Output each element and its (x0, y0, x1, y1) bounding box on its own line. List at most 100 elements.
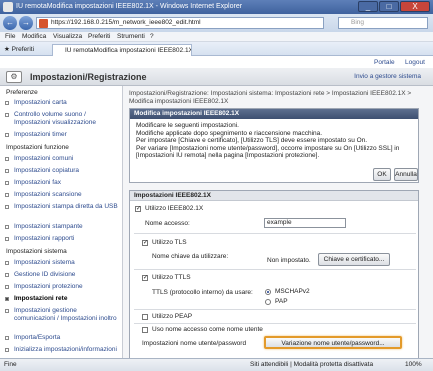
sidebar-item-volume-display[interactable]: Controllo volume suono / Impostazioni vi… (5, 111, 118, 127)
sidebar-item-scan[interactable]: Impostazioni scansione (5, 191, 118, 199)
menu-help[interactable]: ? (150, 33, 154, 40)
bullet-icon (5, 225, 9, 229)
sidebar-item-label: Impostazioni stampante (14, 223, 83, 230)
menu-modifica[interactable]: Modifica (22, 33, 46, 40)
browser-tab[interactable]: IU remotaModifica impostazioni IEEE802.1… (52, 44, 192, 56)
sidebar-item-communications[interactable]: Impostazioni gestione comunicazioni / Im… (5, 307, 118, 323)
sidebar-section-system: Impostazioni sistema (6, 248, 67, 255)
url-text: https://192.168.0.215/m_network_ieee802_… (51, 19, 201, 26)
status-text: Fine (4, 361, 17, 368)
sidebar-item-label: Impostazioni protezione (14, 283, 83, 290)
sidebar-item-copy[interactable]: Impostazioni copiatura (5, 167, 118, 175)
sidebar-item-security[interactable]: Impostazioni protezione (5, 283, 118, 291)
favorites-button[interactable]: ★ Preferiti (4, 45, 34, 53)
pap-radio[interactable] (265, 299, 271, 305)
settings-logo-icon: ⚙ (6, 71, 22, 83)
edit-panel-title: Modifica impostazioni IEEE802.1X (130, 109, 418, 119)
login-name-input[interactable]: example (264, 218, 346, 228)
sidebar-item-system[interactable]: Impostazioni sistema (5, 259, 118, 267)
window-title: IU remotaModifica impostazioni IEEE802.1… (16, 3, 243, 10)
bullet-icon (5, 101, 9, 105)
sidebar-item-label: Inizializza impostazioni/informazioni (14, 346, 117, 353)
sidebar-item-label: Impostazioni scansione (14, 191, 82, 198)
use-tls-label: Utilizzo TLS (152, 239, 187, 246)
change-user-password-button[interactable]: Variazione nome utente/password... (264, 336, 402, 349)
ok-button[interactable]: OK (373, 168, 391, 181)
use-peap-checkbox[interactable] (142, 314, 148, 320)
breadcrumb: Impostazioni/Registrazione: Impostazioni… (129, 90, 412, 105)
mschapv2-radio[interactable] (265, 289, 271, 295)
sidebar-item-label: Impostazioni copiatura (14, 167, 80, 174)
sidebar-item-reports[interactable]: Impostazioni rapporti (5, 235, 118, 243)
sidebar-item-label: Impostazioni stampa diretta da USB (14, 203, 118, 210)
site-favicon-icon (39, 19, 48, 28)
search-input[interactable]: Bing (338, 17, 428, 29)
sidebar-item-import-export[interactable]: Importa/Esporta (5, 334, 118, 342)
bullet-icon (5, 237, 9, 241)
back-button[interactable]: ← (3, 16, 17, 30)
use-ieee-checkbox[interactable]: ✓ (135, 206, 141, 212)
bullet-icon (5, 157, 9, 161)
page-header: ⚙ Impostazioni/Registrazione Invio a ges… (0, 68, 433, 86)
sidebar-item-usb-print[interactable]: Impostazioni stampa diretta da USB (5, 203, 118, 211)
use-login-as-user-checkbox[interactable] (142, 327, 148, 333)
bullet-icon (5, 336, 9, 340)
menu-file[interactable]: File (5, 33, 15, 40)
sidebar-item-label: Impostazioni rete (14, 295, 68, 302)
use-ttls-checkbox[interactable]: ✓ (142, 275, 148, 281)
sidebar-item-fax[interactable]: Impostazioni fax (5, 179, 118, 187)
instruction-line: Per impostare [Chiave e certificato], [U… (136, 137, 368, 145)
mschapv2-label: MSCHAPv2 (275, 288, 310, 295)
sidebar-item-label: Impostazioni rapporti (14, 235, 75, 242)
sidebar-item-timer[interactable]: Impostazioni timer (5, 131, 118, 139)
sidebar-item-label: Gestione ID divisione (14, 271, 76, 278)
bullet-icon (5, 273, 9, 277)
login-name-label: Nome accesso: (145, 220, 190, 227)
key-certificate-button[interactable]: Chiave e certificato... (318, 253, 390, 266)
menu-bar: File Modifica Visualizza Preferiti Strum… (0, 32, 433, 42)
menu-preferiti[interactable]: Preferiti (88, 33, 110, 40)
use-peap-label: Utilizzo PEAP (152, 313, 193, 320)
sidebar-item-department-id[interactable]: Gestione ID divisione (5, 271, 118, 279)
sidebar-item-network[interactable]: Impostazioni rete (5, 295, 118, 303)
sidebar-item-printer[interactable]: Impostazioni stampante (5, 223, 118, 231)
instruction-line: Modificare le seguenti impostazioni. (136, 122, 239, 129)
minimize-button[interactable]: _ (358, 1, 378, 12)
sidebar-item-label: Impostazioni sistema (14, 259, 75, 266)
url-input[interactable]: https://192.168.0.215/m_network_ieee802_… (36, 17, 324, 29)
status-bar: Fine Siti attendibili | Modalità protett… (0, 358, 433, 371)
sidebar-item-common[interactable]: Impostazioni comuni (5, 155, 118, 163)
zoom-level[interactable]: 100% (405, 361, 422, 368)
divider (134, 323, 416, 324)
instruction-line: Modifiche applicate dopo spegnimento e r… (136, 129, 323, 137)
sidebar-item-paper[interactable]: Impostazioni carta (5, 99, 118, 107)
sidebar-section-functions: Impostazioni funzione (6, 144, 69, 151)
cancel-button[interactable]: Annulla (394, 168, 418, 181)
maximize-button[interactable]: □ (379, 1, 399, 12)
bullet-icon (5, 205, 9, 209)
sidebar-item-label: Impostazioni carta (14, 99, 67, 106)
bullet-icon (5, 297, 9, 301)
bullet-icon (5, 169, 9, 173)
window-titlebar: IU remotaModifica impostazioni IEEE802.1… (0, 0, 433, 14)
use-login-as-user-label: Uso nome accesso come nome utente (152, 326, 263, 333)
divider (134, 309, 416, 310)
menu-visualizza[interactable]: Visualizza (53, 33, 82, 40)
favorites-bar: ★ Preferiti IU remotaModifica impostazio… (0, 42, 433, 56)
bullet-icon (5, 285, 9, 289)
use-ieee-label: Utilizzo IEEE802.1X (145, 205, 204, 212)
ttls-protocol-label: TTLS (protocollo interno) da usare: (152, 289, 253, 296)
send-to-manager-link[interactable]: Invio a gestore sistema (354, 73, 421, 80)
portal-link[interactable]: Portale (374, 59, 395, 66)
logout-link[interactable]: Logout (405, 59, 425, 66)
menu-strumenti[interactable]: Strumenti (117, 33, 145, 40)
bullet-icon (5, 309, 9, 313)
sidebar-item-initialize[interactable]: Inizializza impostazioni/informazioni (5, 346, 118, 354)
forward-button[interactable]: → (19, 16, 33, 30)
pap-label: PAP (275, 298, 288, 305)
key-name-label: Nome chiave da utilizzare: (152, 253, 229, 260)
sidebar-item-label: Impostazioni gestione comunicazioni / Im… (14, 307, 117, 322)
settings-panel: Impostazioni IEEE802.1X ✓ Utilizzo IEEE8… (129, 190, 419, 358)
close-button[interactable]: X (400, 1, 430, 12)
use-tls-checkbox[interactable]: ✓ (142, 240, 148, 246)
